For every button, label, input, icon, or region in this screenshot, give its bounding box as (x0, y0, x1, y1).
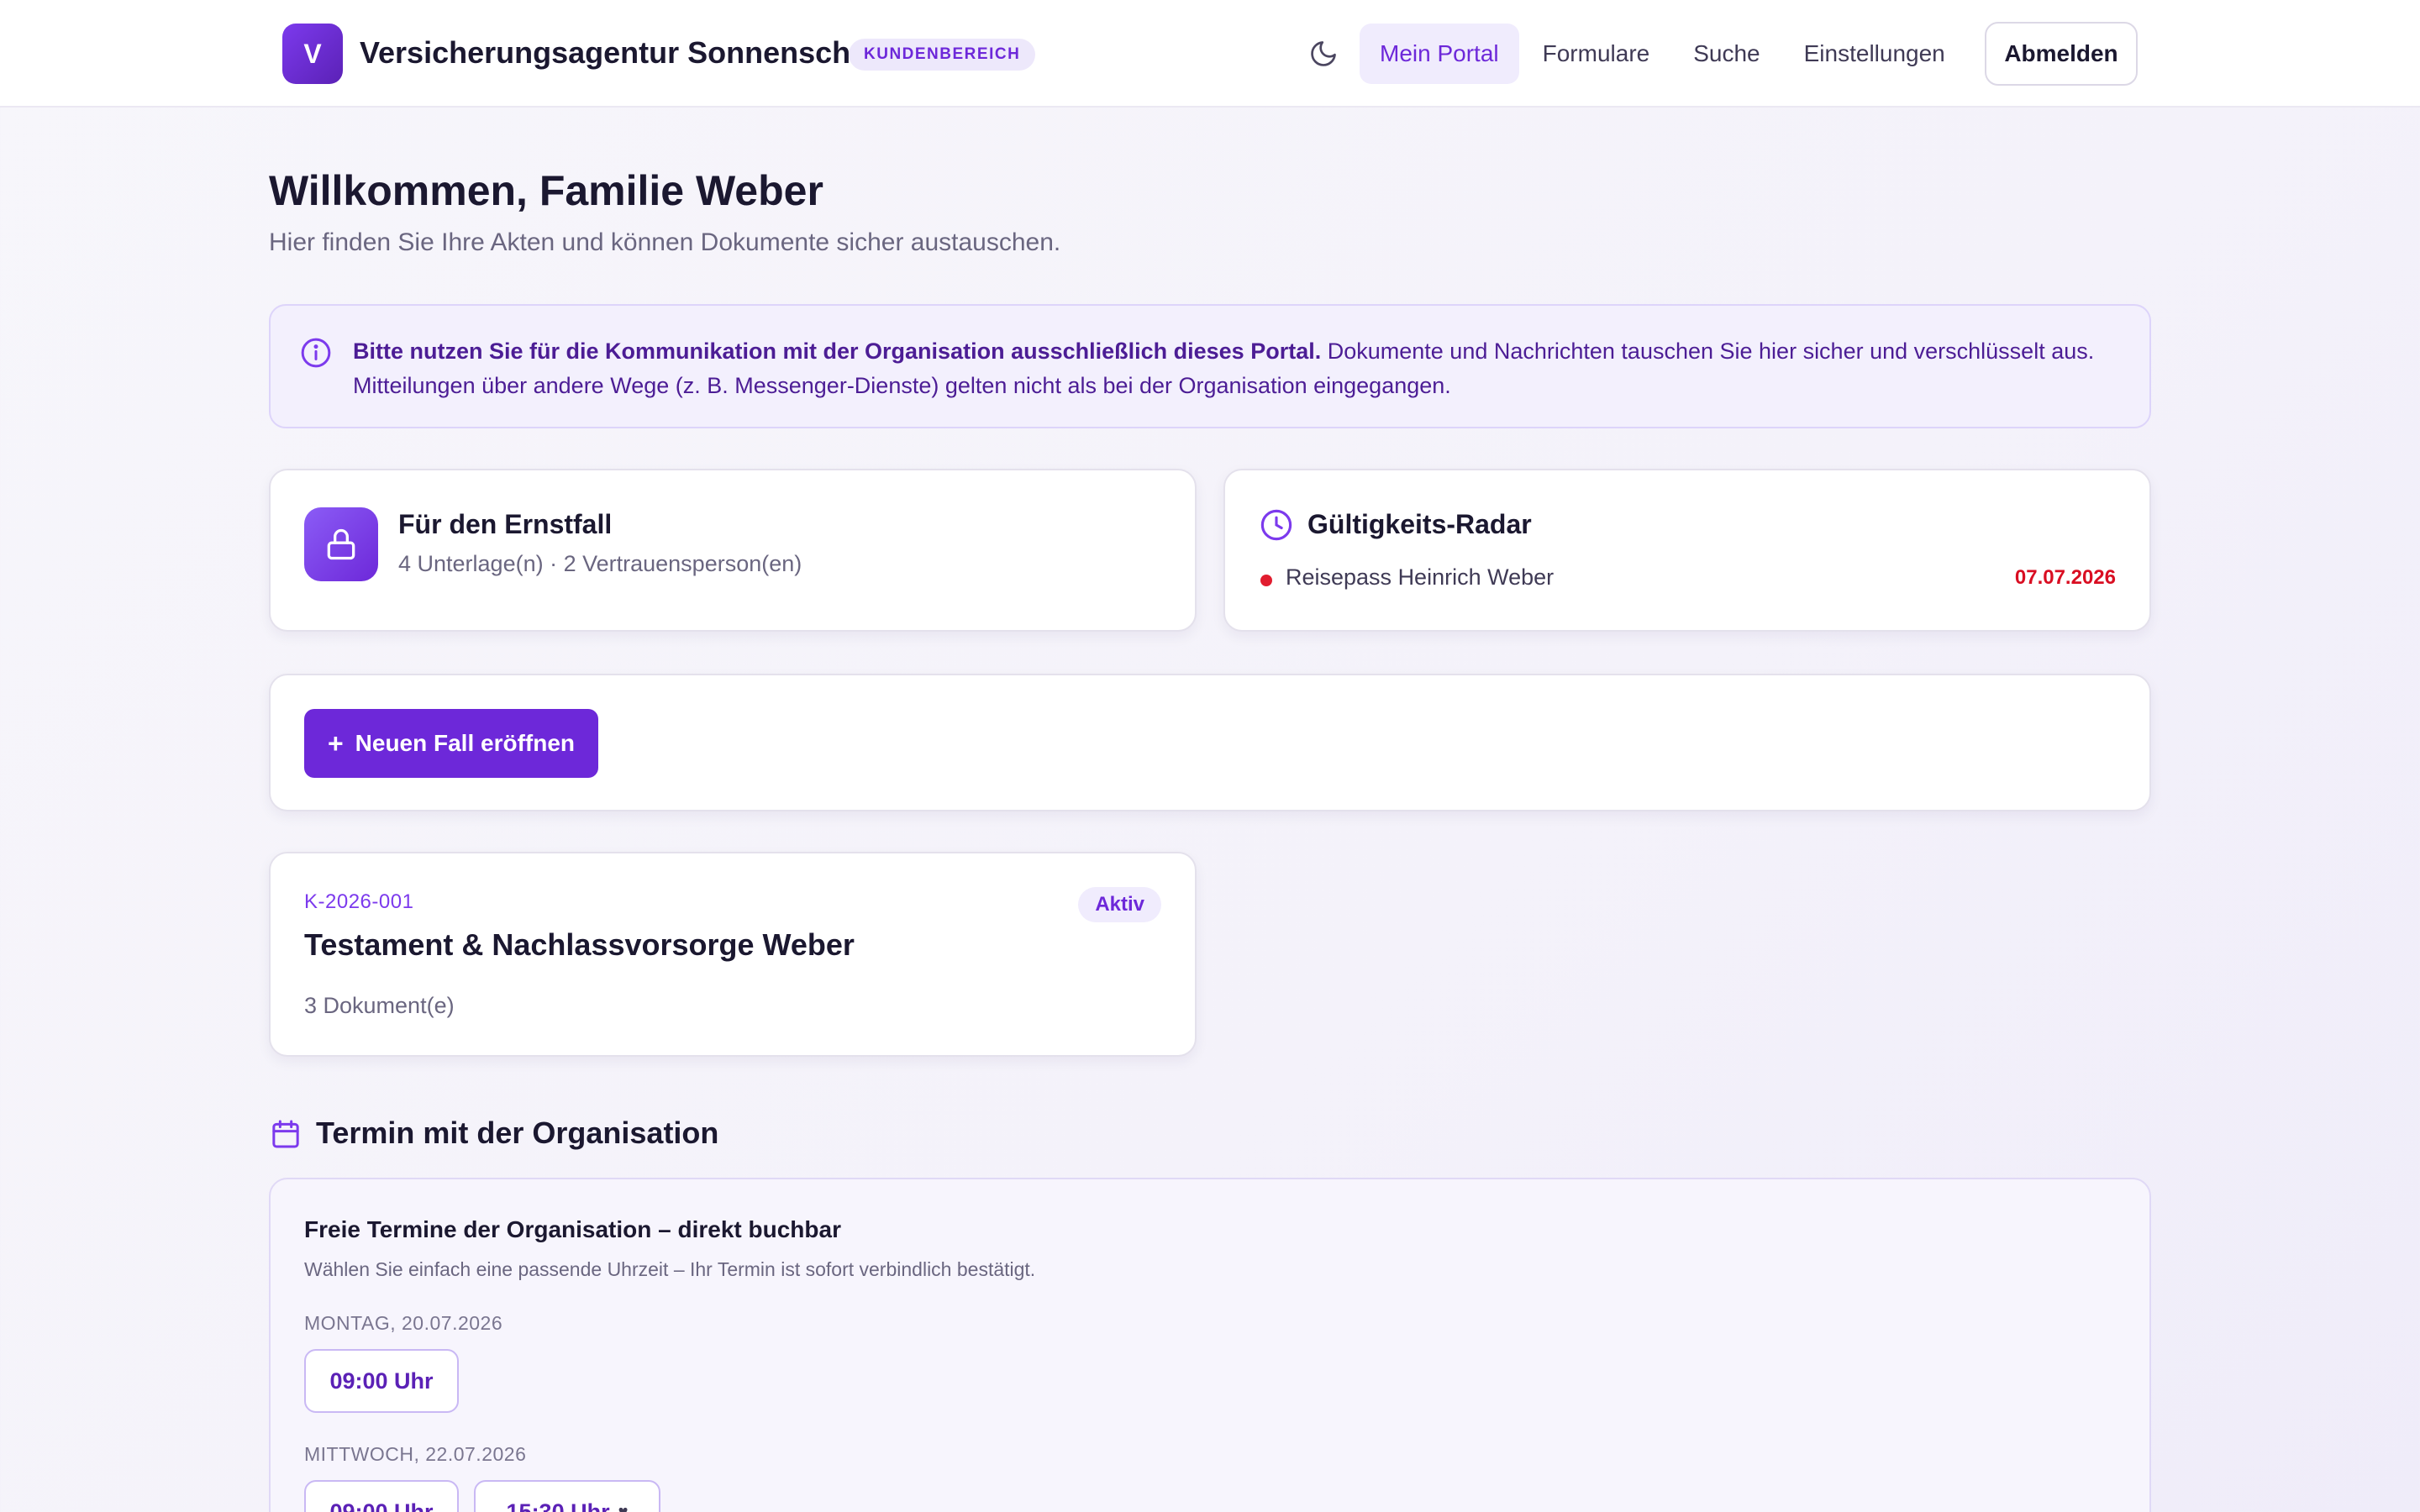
communication-notice: Bitte nutzen Sie für die Kommunikation m… (269, 304, 2151, 428)
emergency-card[interactable]: Für den Ernstfall 4 Unterlage(n) · 2 Ver… (269, 469, 1197, 632)
actions-card: + Neuen Fall eröffnen (269, 674, 2151, 811)
expiry-status-dot (1260, 575, 1272, 586)
notice-text: Bitte nutzen Sie für die Kommunikation m… (353, 334, 2126, 403)
appointments-section-title: Termin mit der Organisation (316, 1116, 719, 1150)
lock-icon (327, 528, 355, 560)
validity-radar-card: Gültigkeits-Radar Reisepass Heinrich Web… (1223, 469, 2151, 632)
case-id: K-2026-001 (304, 890, 414, 913)
radar-item-date: 07.07.2026 (2014, 566, 2116, 589)
top-navigation-bar: V Versicherungsagentur Sonnenschein KUND… (0, 0, 2420, 108)
nav-einstellungen[interactable]: Einstellungen (1784, 24, 1965, 84)
theme-toggle-button[interactable] (1305, 35, 1342, 72)
page-subtitle: Hier finden Sie Ihre Akten und können Do… (269, 228, 1061, 256)
day-label: MITTWOCH, 22.07.2026 (304, 1443, 527, 1465)
area-badge: KUNDENBEREICH (849, 39, 1036, 71)
heart-icon: ♥ (618, 1502, 629, 1512)
nav-mein-portal[interactable]: Mein Portal (1360, 24, 1519, 84)
radar-item-label[interactable]: Reisepass Heinrich Weber (1286, 564, 1554, 591)
brand-logo[interactable]: V (282, 24, 343, 84)
new-case-button[interactable]: + Neuen Fall eröffnen (304, 709, 598, 778)
case-title: Testament & Nachlassvorsorge Weber (304, 927, 855, 962)
emergency-meta: 4 Unterlage(n) · 2 Vertrauensperson(en) (398, 551, 802, 576)
appointment-slots-card: Freie Termine der Organisation – direkt … (269, 1178, 2151, 1512)
logout-button[interactable]: Abmelden (1985, 22, 2138, 86)
nav-formulare[interactable]: Formulare (1523, 24, 1670, 84)
status-badge: Aktiv (1078, 887, 1161, 922)
nav-suche[interactable]: Suche (1673, 24, 1780, 84)
lock-icon-tile (304, 507, 378, 581)
time-slot-button[interactable]: 09:00 Uhr (304, 1480, 459, 1512)
slots-heading: Freie Termine der Organisation – direkt … (304, 1216, 841, 1242)
case-document-count: 3 Dokument(e) (304, 993, 455, 1018)
plus-icon: + (327, 727, 344, 759)
page-title: Willkommen, Familie Weber (269, 167, 823, 214)
moon-icon (1311, 41, 1336, 66)
main-nav: Mein Portal Formulare Suche Einstellunge… (1360, 24, 1965, 84)
day-label: MONTAG, 20.07.2026 (304, 1312, 503, 1334)
info-icon (301, 338, 331, 368)
time-slot-label: 15:30 Uhr (506, 1499, 610, 1512)
calendar-icon (272, 1120, 299, 1148)
radar-title: Gültigkeits-Radar (1307, 509, 1532, 539)
time-slot-button[interactable]: 09:00 Uhr (304, 1349, 459, 1413)
slots-hint: Wählen Sie einfach eine passende Uhrzeit… (304, 1258, 1036, 1280)
new-case-label: Neuen Fall eröffnen (355, 730, 576, 756)
notice-bold-text: Bitte nutzen Sie für die Kommunikation m… (353, 339, 1322, 364)
time-slot-button-favorite[interactable]: 15:30 Uhr ♥ (474, 1480, 660, 1512)
clock-icon (1260, 509, 1292, 541)
case-card[interactable]: K-2026-001 Aktiv Testament & Nachlassvor… (269, 852, 1197, 1057)
brand-name[interactable]: Versicherungsagentur Sonnenschein (360, 35, 894, 71)
emergency-title: Für den Ernstfall (398, 509, 613, 539)
